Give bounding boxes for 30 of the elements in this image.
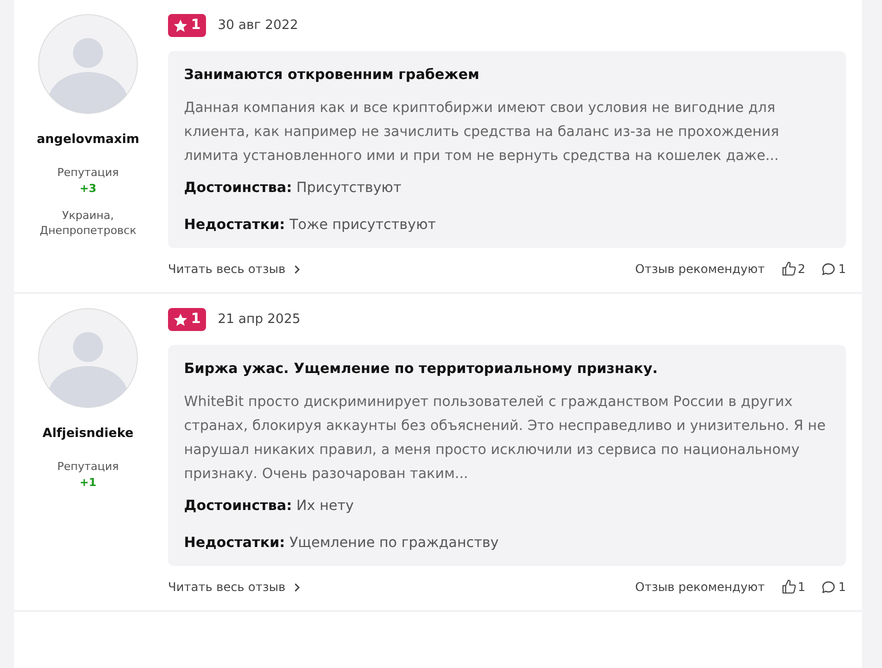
recommend-label: Отзыв рекомендуют [635,579,765,596]
review-title[interactable]: Биржа ужас. Ущемление по территориальному признаку. [184,359,830,380]
pros-text: Достоинства: Присутствуют [184,179,402,198]
read-more-link[interactable]: Читать весь отзыв [168,260,302,278]
recommend-label: Отзыв рекомендуют [635,261,765,278]
read-more-link[interactable]: Читать весь отзыв [168,578,302,596]
review-date: 21 апр 2025 [218,310,300,329]
comment-count[interactable]: 1 [821,578,846,596]
location-text: Днепропетровск [40,222,136,238]
reputation-label: Репутация [57,458,119,475]
review-title[interactable]: Занимаются откровенним грабежем [184,65,830,86]
like-count[interactable]: 1 [780,578,806,596]
review-text: Данная компания как и все криптобиржи имеют свои условия не вигодние для клиента, как например не зачислить средства на баланс из-за не прохождения лимита установленного ими и при том не вернуть средства на кошелек даже... [184,99,780,166]
cons-text: Недостатки: Ущемление по гражданству [184,534,500,553]
chevron-icon [293,583,302,592]
rating-badge: 1 [168,308,206,331]
review-text: WhiteBit просто дискриминирует пользователей с гражданством России в других странах, блокируя аккаунты без объяснений. Это несправедливо и унизительно. Я не нарушал никаких правил, а меня просто исключили из сервиса по национальному признаку. Очень разочарован таким... [184,393,827,484]
cons-text: Недостатки: Тоже присутствуют [184,216,437,235]
reputation-value: +3 [80,181,96,198]
username[interactable]: angelovmaxim [36,130,140,149]
chevron-icon [293,265,302,274]
location-text: Украина, [61,208,115,223]
reputation-label: Репутация [57,164,119,181]
review-date: 30 авг 2022 [218,16,298,35]
username[interactable]: Alfjeisndieke [42,424,134,443]
like-count[interactable]: 2 [780,260,806,278]
reputation-value: +1 [80,475,96,492]
pros-text: Достоинства: Их нету [184,497,355,516]
rating-badge: 1 [168,14,206,37]
comment-count[interactable]: 1 [821,260,846,278]
